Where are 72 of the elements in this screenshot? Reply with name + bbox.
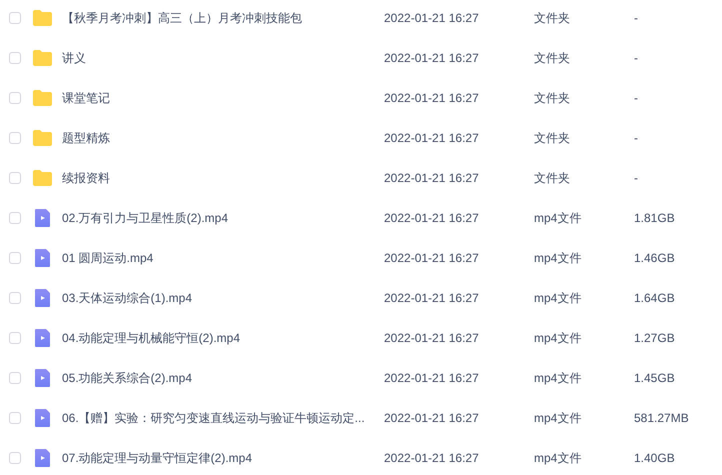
video-file-icon — [32, 288, 53, 308]
modified-date: 2022-01-21 16:27 — [384, 91, 480, 105]
video-file-icon — [32, 328, 53, 348]
file-size: - — [634, 91, 638, 105]
checkbox[interactable] — [9, 52, 21, 64]
checkbox[interactable] — [9, 12, 21, 24]
modified-date: 2022-01-21 16:27 — [384, 331, 480, 345]
checkbox[interactable] — [9, 212, 21, 224]
folder-icon — [32, 168, 53, 188]
modified-date: 2022-01-21 16:27 — [384, 131, 480, 145]
modified-date: 2022-01-21 16:27 — [384, 451, 480, 465]
file-name[interactable]: 课堂笔记 — [62, 90, 384, 106]
modified-date: 2022-01-21 16:27 — [384, 211, 480, 225]
file-size: 1.46GB — [634, 251, 675, 265]
file-name[interactable]: 02.万有引力与卫星性质(2).mp4 — [62, 210, 384, 226]
modified-date: 2022-01-21 16:27 — [384, 171, 480, 185]
file-type: mp4文件 — [534, 210, 582, 226]
checkbox[interactable] — [9, 132, 21, 144]
video-file-icon — [32, 368, 53, 388]
file-type: mp4文件 — [534, 250, 582, 266]
modified-date: 2022-01-21 16:27 — [384, 251, 480, 265]
file-name[interactable]: 讲义 — [62, 50, 384, 66]
folder-icon — [32, 128, 53, 148]
checkbox[interactable] — [9, 452, 21, 464]
file-type: mp4文件 — [534, 370, 582, 386]
file-type: mp4文件 — [534, 290, 582, 306]
file-name[interactable]: 07.动能定理与动量守恒定律(2).mp4 — [62, 450, 384, 466]
file-size: 1.45GB — [634, 371, 675, 385]
file-type: mp4文件 — [534, 330, 582, 346]
file-type: 文件夹 — [534, 50, 571, 66]
checkbox[interactable] — [9, 372, 21, 384]
file-size: 1.27GB — [634, 331, 675, 345]
modified-date: 2022-01-21 16:27 — [384, 291, 480, 305]
file-size: 1.64GB — [634, 291, 675, 305]
modified-date: 2022-01-21 16:27 — [384, 371, 480, 385]
file-name[interactable]: 续报资料 — [62, 170, 384, 186]
modified-date: 2022-01-21 16:27 — [384, 51, 480, 65]
video-file-icon — [32, 248, 53, 268]
folder-icon — [32, 48, 53, 68]
file-name[interactable]: 06.【赠】实验：研究匀变速直线运动与验证牛顿运动定... — [62, 410, 384, 426]
modified-date: 2022-01-21 16:27 — [384, 411, 480, 425]
file-size: 581.27MB — [634, 411, 689, 425]
file-size: - — [634, 171, 638, 185]
file-name[interactable]: 04.动能定理与机械能守恒(2).mp4 — [62, 330, 384, 346]
file-type: mp4文件 — [534, 450, 582, 466]
file-name[interactable]: 【秋季月考冲刺】高三（上）月考冲刺技能包 — [62, 10, 384, 26]
folder-icon — [32, 8, 53, 28]
file-name[interactable]: 01 圆周运动.mp4 — [62, 250, 384, 266]
checkbox[interactable] — [9, 332, 21, 344]
file-type: 文件夹 — [534, 90, 571, 106]
file-size: - — [634, 131, 638, 145]
checkbox[interactable] — [9, 412, 21, 424]
modified-date: 2022-01-21 16:27 — [384, 11, 480, 25]
file-size: 1.81GB — [634, 211, 675, 225]
file-type: 文件夹 — [534, 170, 571, 186]
checkbox[interactable] — [9, 92, 21, 104]
file-size: - — [634, 51, 638, 65]
checkbox[interactable] — [9, 292, 21, 304]
folder-icon — [32, 88, 53, 108]
file-name[interactable]: 03.天体运动综合(1).mp4 — [62, 290, 384, 306]
video-file-icon — [32, 408, 53, 428]
file-size: - — [634, 11, 638, 25]
file-size: 1.40GB — [634, 451, 675, 465]
file-type: 文件夹 — [534, 130, 571, 146]
file-name[interactable]: 05.功能关系综合(2).mp4 — [62, 370, 384, 386]
checkbox[interactable] — [9, 172, 21, 184]
file-name[interactable]: 题型精炼 — [62, 130, 384, 146]
video-file-icon — [32, 448, 53, 468]
checkbox[interactable] — [9, 252, 21, 264]
file-type: 文件夹 — [534, 10, 571, 26]
video-file-icon — [32, 208, 53, 228]
file-type: mp4文件 — [534, 410, 582, 426]
